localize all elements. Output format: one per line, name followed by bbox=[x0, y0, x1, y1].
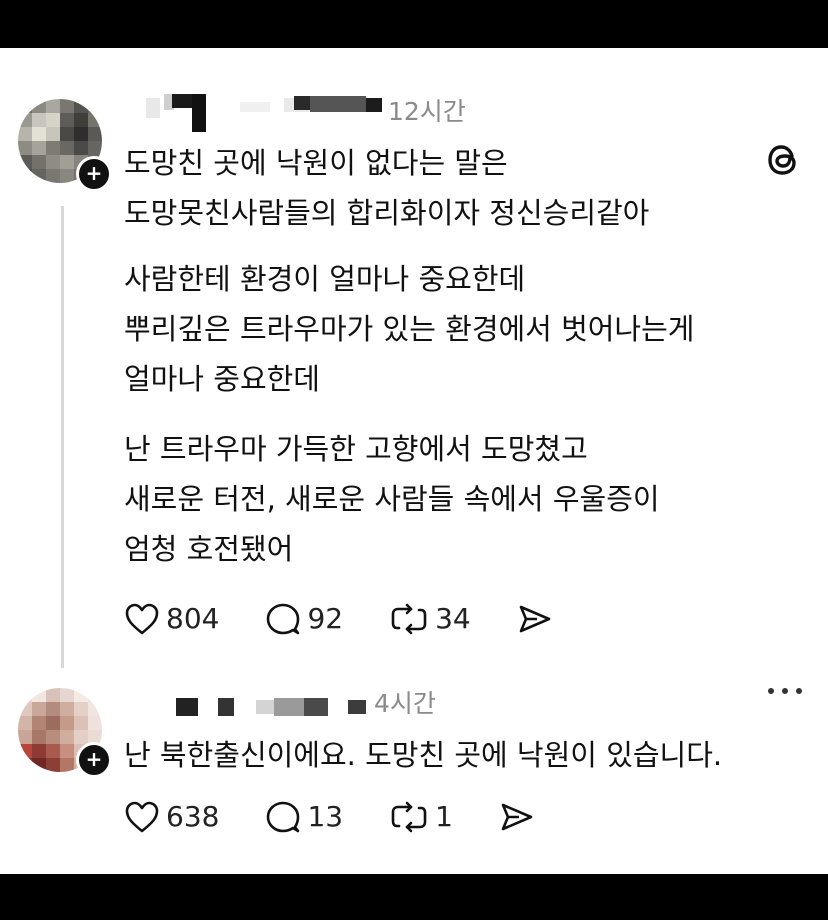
share-button[interactable] bbox=[517, 603, 559, 635]
post-line: 얼마나 중요한데 bbox=[124, 362, 320, 396]
post-line: 뿌리깊은 트라우마가 있는 환경에서 벗어나는게 bbox=[124, 312, 695, 346]
share-button[interactable] bbox=[499, 801, 541, 833]
post-body: 사람한테 환경이 얼마나 중요한데 뿌리깊은 트라우마가 있는 환경에서 벗어나… bbox=[124, 254, 694, 404]
like-count: 638 bbox=[166, 800, 220, 833]
comment-button[interactable]: 13 bbox=[265, 800, 343, 834]
post-line: 난 트라우마 가득한 고향에서 도망쳤고 bbox=[124, 432, 588, 466]
reply-actions: 638 13 1 bbox=[124, 800, 587, 834]
thread-card: + 12시간 도망친 곳에 낙원이 없다는 말은 도망못친사람들의 합리화이자 … bbox=[0, 48, 828, 874]
send-icon bbox=[519, 605, 551, 633]
username-redacted[interactable] bbox=[176, 694, 376, 716]
post-line: 새로운 터전, 새로운 사람들 속에서 우울증이 bbox=[124, 482, 660, 516]
like-button[interactable]: 804 bbox=[124, 602, 219, 636]
comment-bubble-icon bbox=[267, 801, 300, 833]
threads-logo-icon[interactable] bbox=[764, 140, 804, 180]
like-count: 804 bbox=[166, 602, 220, 635]
repost-icon bbox=[391, 801, 427, 833]
post-timestamp: 12시간 bbox=[388, 97, 466, 126]
follow-badge-icon[interactable]: + bbox=[76, 742, 112, 778]
comment-bubble-icon bbox=[267, 603, 300, 635]
repost-button[interactable]: 34 bbox=[389, 602, 471, 636]
repost-button[interactable]: 1 bbox=[389, 800, 453, 834]
reply-timestamp: 4시간 bbox=[374, 689, 436, 718]
follow-badge-icon[interactable]: + bbox=[76, 156, 112, 192]
username-redacted[interactable] bbox=[144, 94, 384, 132]
like-button[interactable]: 638 bbox=[124, 800, 219, 834]
post-line: 사람한테 환경이 얼마나 중요한데 bbox=[124, 262, 526, 296]
more-options-icon[interactable] bbox=[764, 681, 806, 701]
comment-count: 92 bbox=[307, 602, 344, 635]
comment-button[interactable]: 92 bbox=[265, 602, 343, 636]
repost-icon bbox=[391, 603, 427, 635]
reply-body: 난 북한출신이에요. 도망친 곳에 낙원이 있습니다. bbox=[124, 730, 722, 780]
post-line: 엄청 호전됐어 bbox=[124, 532, 294, 566]
post-body: 도망친 곳에 낙원이 없다는 말은 도망못친사람들의 합리화이자 정신승리같아 bbox=[124, 138, 649, 238]
post-actions: 804 92 34 bbox=[124, 602, 605, 636]
repost-count: 34 bbox=[435, 602, 471, 635]
post-line: 도망못친사람들의 합리화이자 정신승리같아 bbox=[124, 196, 650, 230]
heart-icon bbox=[125, 603, 159, 635]
heart-icon bbox=[125, 801, 159, 833]
reply-line: 난 북한출신이에요. 도망친 곳에 낙원이 있습니다. bbox=[124, 738, 723, 772]
post-body: 난 트라우마 가득한 고향에서 도망쳤고 새로운 터전, 새로운 사람들 속에서… bbox=[124, 424, 660, 574]
comment-count: 13 bbox=[307, 800, 344, 833]
post-line: 도망친 곳에 낙원이 없다는 말은 bbox=[124, 146, 508, 180]
thread-connector-line bbox=[61, 206, 64, 668]
repost-count: 1 bbox=[435, 800, 453, 833]
send-icon bbox=[501, 803, 533, 831]
